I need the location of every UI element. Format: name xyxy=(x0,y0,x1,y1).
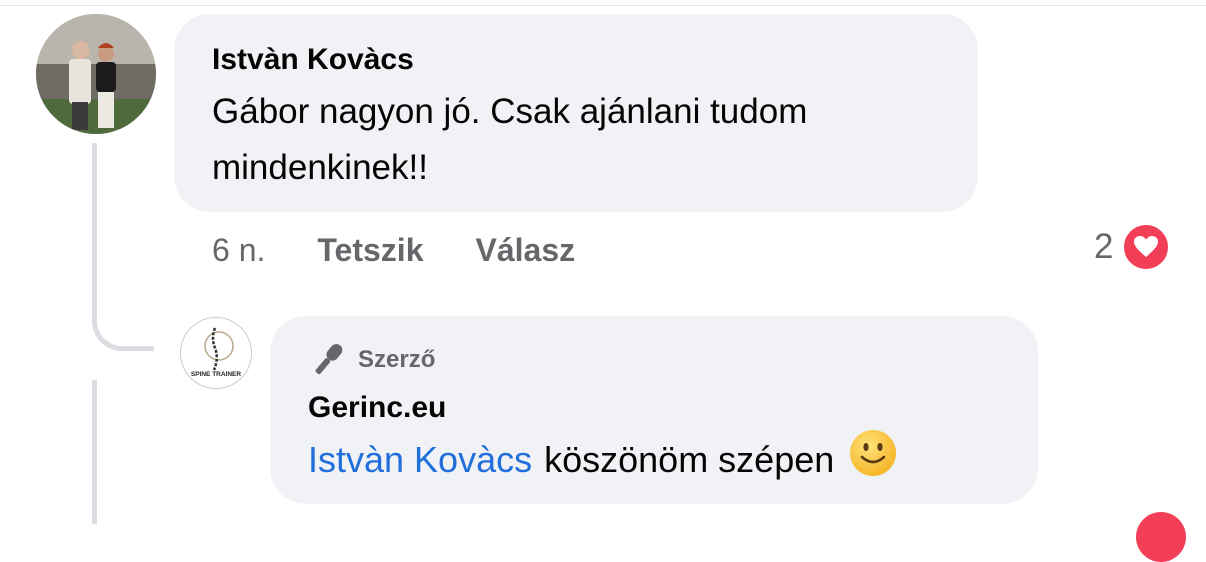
comment-timestamp[interactable]: 6 n. xyxy=(212,232,265,269)
reply-text: Istvàn Kovàcs köszönöm szépen xyxy=(308,428,1002,491)
comment-actions: 6 n. Tetszik Válasz xyxy=(212,228,627,272)
like-button[interactable]: Tetszik xyxy=(317,232,423,269)
heart-icon xyxy=(1136,512,1186,562)
reaction-count: 2 xyxy=(1094,227,1114,266)
comment-author[interactable]: Istvàn Kovàcs xyxy=(212,42,942,78)
author-badge-label: Szerző xyxy=(358,346,436,373)
reply-bubble: Szerző Gerinc.eu Istvàn Kovàcs köszönöm … xyxy=(270,316,1038,504)
reaction-summary[interactable]: 2 xyxy=(1094,222,1172,272)
comment-text-line-2: mindenkinek!! xyxy=(212,148,428,187)
heart-icon xyxy=(1121,222,1172,272)
microphone-icon xyxy=(315,344,343,375)
page-avatar[interactable]: SPINE TRAINER xyxy=(180,317,252,389)
top-divider xyxy=(0,5,1206,6)
thread-connector xyxy=(92,143,154,351)
thread-connector-continuation xyxy=(92,380,97,524)
comment-text: Gábor nagyon jó. Csak ajánlani tudom min… xyxy=(212,84,942,196)
commenter-avatar[interactable] xyxy=(36,14,156,134)
reply-message: köszönöm szépen xyxy=(544,438,835,480)
svg-text:SPINE TRAINER: SPINE TRAINER xyxy=(191,371,242,378)
author-badge: Szerző xyxy=(308,340,1002,380)
commenter-photo xyxy=(36,14,156,134)
reply-author[interactable]: Gerinc.eu xyxy=(308,388,1002,428)
reply-button[interactable]: Válasz xyxy=(475,232,575,269)
mention-link[interactable]: Istvàn Kovàcs xyxy=(308,435,532,485)
slightly-smiling-face-icon xyxy=(848,428,898,491)
comment-text-line-1: Gábor nagyon jó. Csak ajánlani tudom xyxy=(212,92,808,131)
comment-bubble: Istvàn Kovàcs Gábor nagyon jó. Csak aján… xyxy=(174,14,978,212)
spine-trainer-logo: SPINE TRAINER xyxy=(182,319,250,387)
